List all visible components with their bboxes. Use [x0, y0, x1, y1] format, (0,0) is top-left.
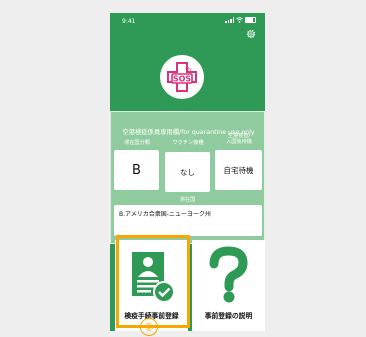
vaccine-label: ワクチン接種	[172, 140, 204, 146]
residence-label: 滞在国	[179, 197, 196, 203]
quarantine-panel: 空港検疫係員専用欄/for quarantine use only 滞在国分類 …	[110, 111, 265, 244]
category-value: B	[132, 162, 141, 178]
my-sos-logo-mark: SOS My	[167, 62, 197, 92]
battery-icon	[245, 17, 256, 23]
my-sos-logo: SOS My	[160, 55, 204, 99]
registration-help-tile[interactable]: 事前登録の説明	[192, 240, 265, 331]
question-mark-icon	[209, 246, 248, 303]
signal-icon	[225, 17, 234, 23]
airport-test-label-line2: 入国後待機	[226, 139, 252, 145]
wifi-icon	[236, 17, 243, 23]
registration-help-label: 事前登録の説明	[204, 312, 253, 320]
logo-top-text: My	[185, 67, 192, 72]
vaccine-value: なし	[180, 167, 195, 177]
residence-value-box: B.アメリカ合衆国-ニューヨーク州	[114, 205, 262, 236]
status-time: 9:41	[122, 18, 136, 25]
step-marker: ①	[140, 318, 158, 336]
category-value-box: B	[114, 150, 159, 190]
settings-gear-icon[interactable]	[245, 28, 257, 40]
airport-test-label: 空港検査/ 入国後待機	[215, 133, 263, 145]
airport-test-value-box: 自宅待機	[215, 150, 262, 190]
airport-test-value: 自宅待機	[223, 165, 254, 175]
vaccine-value-box: なし	[165, 152, 210, 192]
logo-main-text: SOS	[173, 74, 192, 83]
status-icons	[225, 17, 256, 23]
category-label: 滞在国分類	[124, 140, 150, 146]
status-bar: 9:41	[110, 13, 265, 29]
residence-value: B.アメリカ合衆国-ニューヨーク州	[119, 211, 211, 218]
highlight-frame	[116, 235, 190, 328]
